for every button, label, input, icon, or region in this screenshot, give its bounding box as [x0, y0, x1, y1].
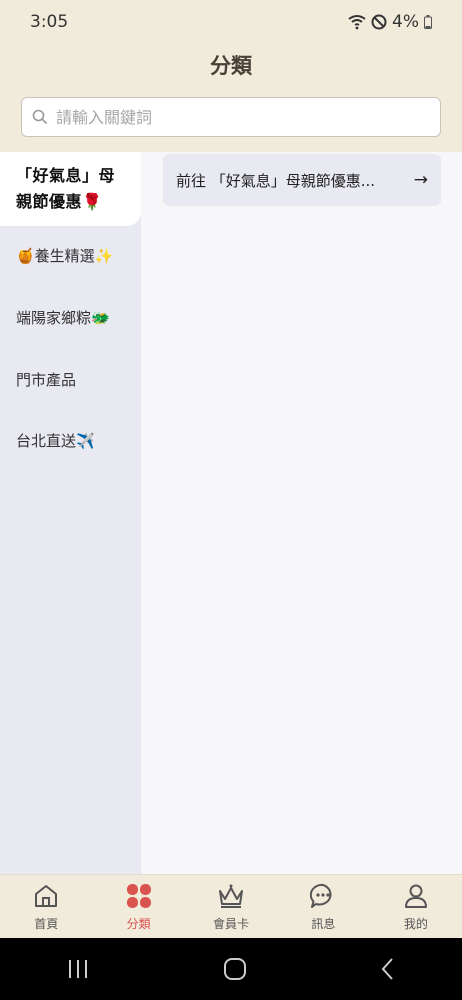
- battery-icon: [424, 15, 432, 29]
- sidebar-item-store-products[interactable]: 門市產品: [16, 369, 76, 390]
- search-icon: [32, 109, 48, 125]
- tab-category-label: 分類: [126, 917, 151, 931]
- category-content: [141, 152, 462, 874]
- category-grid-icon: [126, 883, 152, 909]
- bottom-tab-bar: 首頁 分類 會員卡 訊息 我的: [0, 874, 462, 938]
- search-bar[interactable]: [21, 97, 441, 137]
- tab-home[interactable]: 首頁: [0, 875, 92, 938]
- search-input[interactable]: [56, 107, 416, 127]
- sidebar-item-mothers-day[interactable]: 「好氣息」母親節優惠🌹: [0, 152, 141, 226]
- recent-apps-icon[interactable]: [66, 958, 90, 980]
- home-nav-icon[interactable]: [223, 957, 247, 981]
- tab-messages[interactable]: 訊息: [277, 875, 369, 938]
- status-icons: 4%: [348, 12, 432, 32]
- page-title: 分類: [210, 54, 252, 78]
- status-bar: 3:05 4%: [0, 0, 462, 46]
- arrow-right-icon: →: [413, 170, 428, 190]
- top-header-area: 3:05 4% 分類 請輸入關鍵詞: [0, 0, 462, 152]
- battery-percent: 4%: [392, 12, 419, 32]
- goto-category-text: 前往 「好氣息」母親節優惠...: [176, 171, 376, 190]
- sidebar-item-dragon-boat-zongzi[interactable]: 端陽家鄉粽🐲: [16, 307, 110, 328]
- category-sidebar: 「好氣息」母親節優惠🌹 🍯養生精選✨ 端陽家鄉粽🐲 門市產品 台北直送✈️: [0, 152, 141, 874]
- tab-member-card[interactable]: 會員卡: [185, 875, 277, 938]
- sidebar-item-health-selection[interactable]: 🍯養生精選✨: [16, 245, 113, 266]
- tab-profile-label: 我的: [403, 917, 428, 931]
- status-time: 3:05: [30, 12, 69, 32]
- tab-profile[interactable]: 我的: [370, 875, 462, 938]
- wifi-icon: [348, 14, 366, 30]
- tab-home-label: 首頁: [34, 917, 59, 931]
- do-not-disturb-icon: [371, 14, 387, 30]
- system-navigation-bar: [0, 938, 462, 1000]
- goto-category-link[interactable]: 前往 「好氣息」母親節優惠... →: [163, 154, 441, 206]
- sidebar-item-label: 「好氣息」母親節優惠🌹: [16, 166, 116, 211]
- home-icon: [33, 883, 59, 909]
- user-icon: [403, 883, 429, 909]
- sidebar-item-taipei-direct[interactable]: 台北直送✈️: [16, 430, 95, 451]
- back-icon[interactable]: [380, 957, 396, 981]
- chat-bubble-icon: [310, 883, 336, 909]
- tab-category[interactable]: 分類: [92, 875, 184, 938]
- crown-icon: [217, 883, 245, 909]
- tab-messages-label: 訊息: [311, 917, 336, 931]
- tab-member-card-label: 會員卡: [213, 917, 250, 931]
